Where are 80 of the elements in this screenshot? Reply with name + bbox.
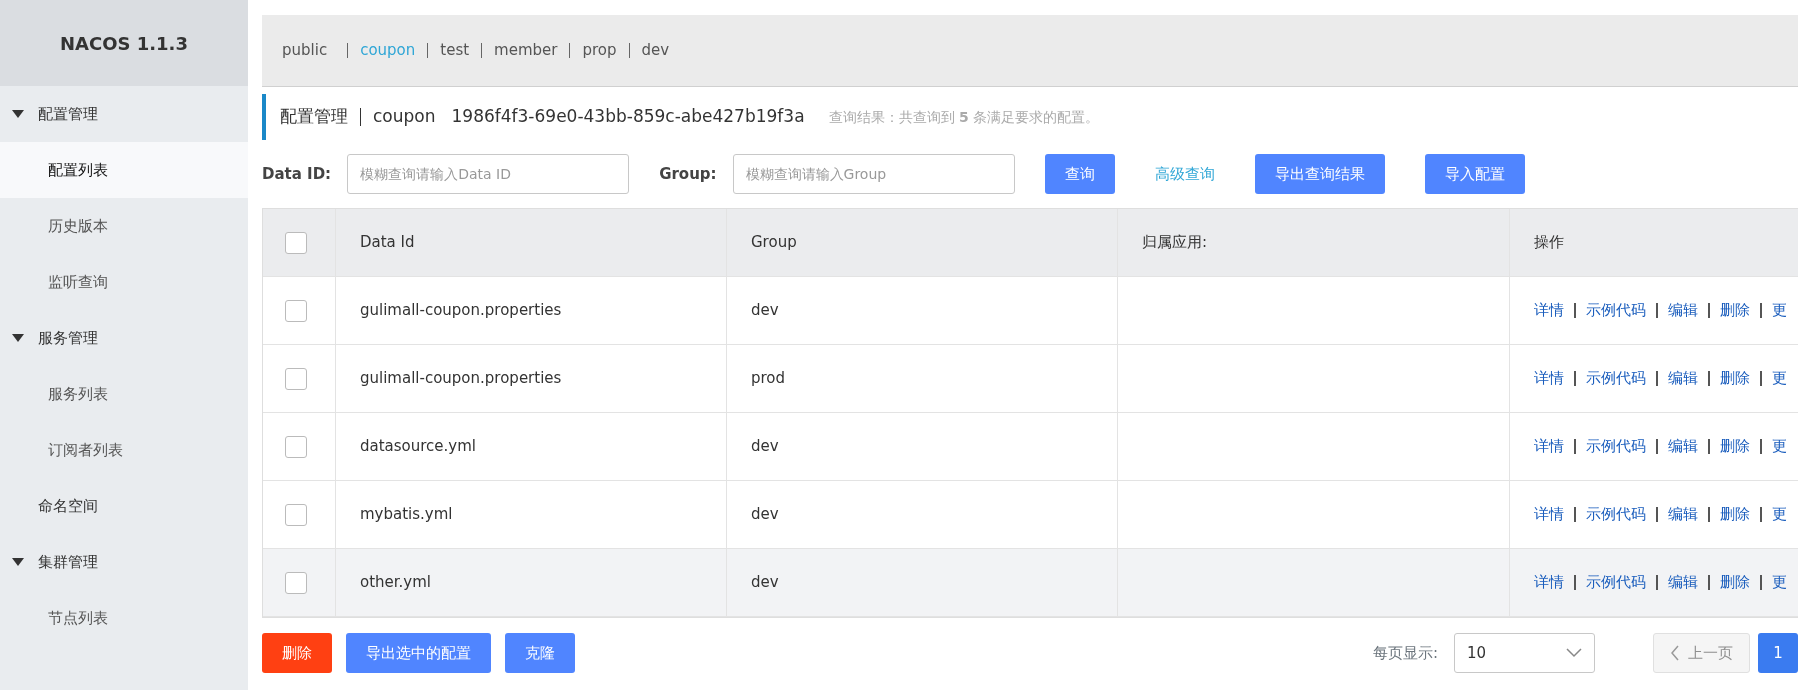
operation-link[interactable]: 示例代码 [1576,367,1656,390]
namespace-link[interactable]: member [482,39,570,62]
operation-link[interactable]: 示例代码 [1576,299,1656,322]
page-button[interactable]: 1 [1758,633,1798,673]
field-label: Group: [659,163,717,185]
table-cell-text: dev [751,572,779,594]
action-button[interactable]: 导入配置 [1424,154,1525,194]
column-header: 操作 [1534,232,1564,254]
operation-link[interactable]: 编辑 [1658,367,1708,390]
page-title: 配置管理 [280,105,348,129]
namespace-link[interactable]: prop [570,39,629,62]
column-header: 归属应用: [1142,232,1208,254]
menu-item[interactable]: 订阅者列表 [0,422,248,478]
checkbox[interactable] [285,503,307,526]
action-button[interactable]: 查询 [1044,154,1115,194]
table-cell-text: dev [751,504,779,526]
operation-link[interactable]: 更 [1762,435,1797,458]
operation-link[interactable]: 示例代码 [1576,571,1656,594]
checkbox[interactable] [285,571,307,594]
operation-link[interactable]: 删除 [1710,435,1760,458]
operation-link[interactable]: 编辑 [1658,571,1708,594]
checkbox[interactable] [285,299,307,322]
table-cell-text: dev [751,300,779,322]
namespace-link[interactable]: test [428,39,482,62]
menu-group-label[interactable]: 集群管理 [38,550,98,574]
operation-link[interactable]: 删除 [1710,299,1760,322]
operation-link[interactable]: 更 [1762,571,1797,594]
action-button[interactable]: 导出选中的配置 [346,633,491,673]
table-cell-text: other.yml [360,572,431,594]
namespace-link[interactable]: public [282,39,348,62]
namespace-id: 1986f4f3-69e0-43bb-859c-abe427b19f3a [451,105,805,129]
table-cell-text: gulimall-coupon.properties [360,300,562,322]
app-title: NACOS 1.1.3 [60,31,188,56]
action-button[interactable]: 导出查询结果 [1254,154,1385,194]
operation-link[interactable]: 删除 [1710,367,1760,390]
operation-link[interactable]: 编辑 [1658,299,1708,322]
operation-link[interactable]: 详情 [1534,367,1574,390]
column-header: Group [751,232,797,254]
operation-link[interactable]: 示例代码 [1576,435,1656,458]
table-cell-text: prod [751,368,786,390]
checkbox[interactable] [285,231,307,254]
checkbox[interactable] [285,435,307,458]
operation-link[interactable]: 详情 [1534,503,1574,526]
chevron-left-icon [1670,645,1680,661]
operation-link[interactable]: 详情 [1534,435,1574,458]
chevron-down-icon [1566,648,1582,658]
namespace-name: coupon [373,105,436,129]
search-field[interactable]: 模糊查询请输入Data ID [347,154,630,194]
operation-link[interactable]: 更 [1762,503,1797,526]
menu-item[interactable]: 监听查询 [0,254,248,310]
checkbox[interactable] [285,367,307,390]
column-header: Data Id [360,232,415,254]
menu-item[interactable]: 服务列表 [0,366,248,422]
menu-item[interactable]: 配置列表 [0,142,248,198]
table-cell-text: mybatis.yml [360,504,453,526]
page-size-label: 每页显示: [1372,642,1438,664]
operation-link[interactable]: 更 [1762,367,1797,390]
operation-link[interactable]: 删除 [1710,503,1760,526]
operation-link[interactable]: 编辑 [1658,503,1708,526]
menu-item[interactable]: 历史版本 [0,198,248,254]
operation-link[interactable]: 示例代码 [1576,503,1656,526]
action-button[interactable]: 删除 [262,633,332,673]
menu-item[interactable]: 节点列表 [0,590,248,646]
search-field[interactable]: 模糊查询请输入Group [732,154,1015,194]
operation-link[interactable]: 更 [1762,299,1797,322]
field-label: Data ID: [262,163,332,185]
table-cell-text: datasource.yml [360,436,477,458]
operation-link[interactable]: 详情 [1534,571,1574,594]
menu-item[interactable]: 命名空间 [0,478,248,534]
page-size-select[interactable]: 10 [1454,633,1595,673]
operation-link[interactable]: 删除 [1710,571,1760,594]
action-button[interactable]: 克隆 [505,633,575,673]
operation-link[interactable]: 详情 [1534,299,1574,322]
menu-group-label[interactable]: 服务管理 [38,326,98,350]
table-cell-text: dev [751,436,779,458]
table-cell-text: gulimall-coupon.properties [360,368,562,390]
menu-group-label[interactable]: 配置管理 [38,102,98,126]
operation-link[interactable]: 编辑 [1658,435,1708,458]
result-summary: 查询结果：共查询到 5 条满足要求的配置。 [828,107,1100,127]
namespace-link[interactable]: dev [629,39,682,62]
